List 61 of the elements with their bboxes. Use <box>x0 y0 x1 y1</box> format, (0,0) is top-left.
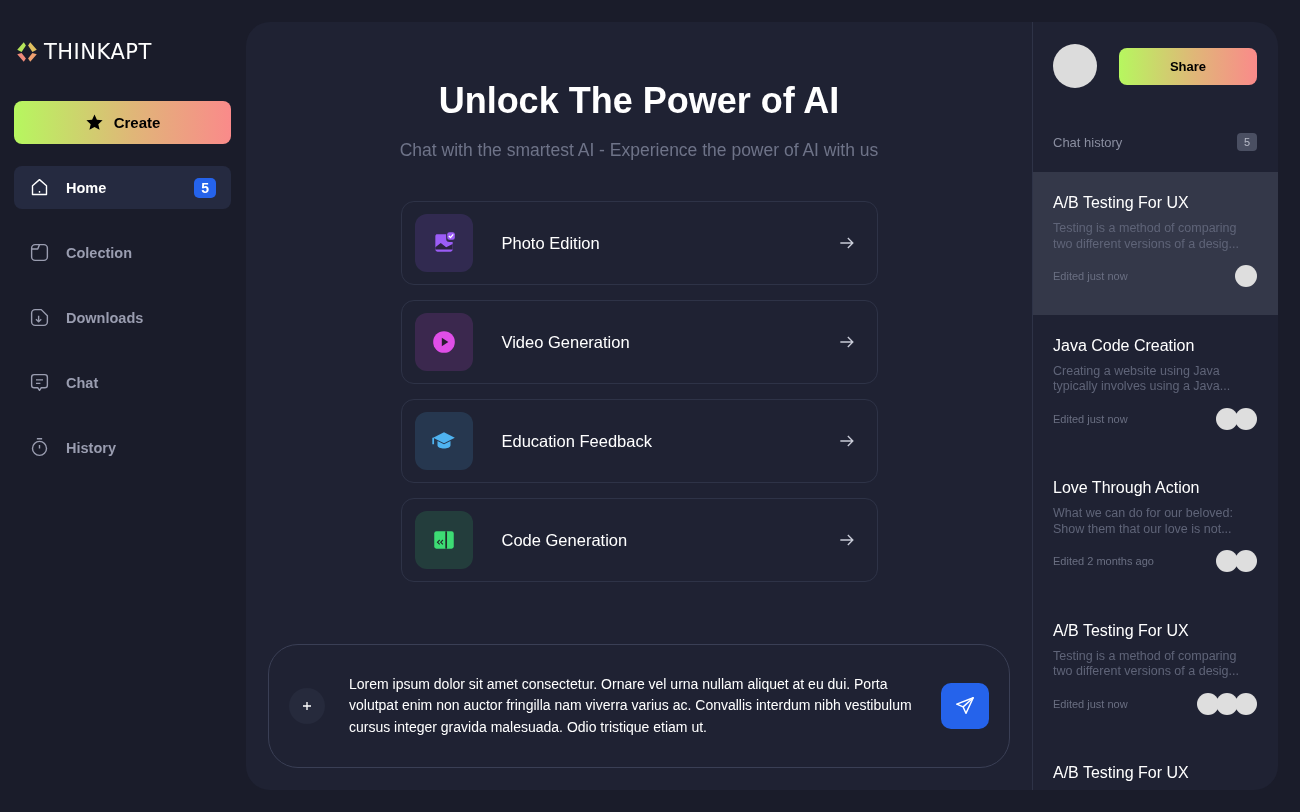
nav-label: Colection <box>66 244 134 261</box>
sidebar-item[interactable]: History <box>14 426 231 469</box>
participant-avatar <box>1216 550 1238 572</box>
stopwatch-icon <box>29 437 50 458</box>
nav-label: History <box>66 439 117 456</box>
chat-history-item[interactable]: Java Code Creation Creating a website using Java typically involves using a Java... Edited just now <box>1033 314 1278 457</box>
chat-title: A/B Testing For UX <box>1053 764 1190 782</box>
feature-card[interactable]: Photo Edition <box>400 201 878 285</box>
nav-label: Chat <box>66 374 100 391</box>
feature-label: Video Generation <box>501 332 631 352</box>
sidebar-item[interactable]: Home 5 <box>14 166 231 209</box>
chat-title: A/B Testing For UX <box>1053 194 1190 212</box>
feature-label: Code Generation <box>501 530 629 550</box>
star-icon <box>84 113 104 132</box>
count-badge: 5 <box>194 177 216 198</box>
paper-plane-icon <box>954 695 976 717</box>
chat-title: Love Through Action <box>1053 479 1201 497</box>
folder-icon <box>29 242 50 263</box>
participant-avatar <box>1235 265 1257 287</box>
chat-preview: What we can do for our beloved: Show them that our love is not... <box>1053 506 1234 537</box>
nav-label: Downloads <box>66 309 145 326</box>
chat-history-item[interactable]: A/B Testing For UX <box>1033 742 1278 790</box>
feature-label: Education Feedback <box>501 431 653 451</box>
message-field[interactable]: Lorem ipsum dolor sit amet consectetur. Ornare vel urna nullam aliquet at eu dui. Porta volutpat enim non auctor fringilla nam viverra varius ac. Convallis interdum nibh vestibulum cursus integer gravida malesuada. Odio tristique etiam ut. <box>349 673 917 739</box>
chat-icon <box>29 372 50 393</box>
edited-time: Edited 2 months ago <box>1053 555 1154 567</box>
chat-history-item[interactable]: A/B Testing For UX Testing is a method of comparing two different versions of a desig... Edited just now <box>1033 599 1278 742</box>
participant-avatar <box>1235 550 1257 572</box>
feature-card[interactable]: Education Feedback <box>400 399 878 483</box>
add-button[interactable] <box>289 688 325 724</box>
send-button[interactable] <box>941 683 989 729</box>
participant-avatar <box>1235 407 1257 430</box>
share-button[interactable]: Share <box>1119 47 1257 85</box>
participant-avatar <box>1235 692 1257 715</box>
chat-preview: Testing is a method of comparing two different versions of a desig... <box>1053 648 1240 680</box>
feature-card[interactable]: Video Generation <box>400 300 878 384</box>
count-badge: 5 <box>1236 133 1257 151</box>
download-icon <box>29 307 50 328</box>
logo-text: THINKAPT <box>44 40 152 64</box>
chat-title: A/B Testing For UX <box>1053 621 1190 640</box>
nav-label: Home <box>66 179 108 196</box>
user-avatar[interactable] <box>1053 44 1097 88</box>
edited-time: Edited just now <box>1053 412 1128 425</box>
edited-time: Edited just now <box>1053 270 1128 282</box>
participant-avatar <box>1216 692 1238 715</box>
sidebar-item[interactable]: Colection <box>14 231 231 274</box>
participant-avatar <box>1197 692 1219 715</box>
chat-history-item[interactable]: Love Through Action What we can do for our beloved: Show them that our love is not... Edited 2 months ago <box>1033 457 1278 600</box>
edited-time: Edited just now <box>1053 697 1128 710</box>
chat-title: Java Code Creation <box>1053 336 1196 355</box>
home-icon <box>29 177 50 198</box>
section-heading: Chat history <box>1053 134 1123 150</box>
participant-avatar <box>1216 407 1238 430</box>
sidebar-item[interactable]: Chat <box>14 361 231 404</box>
sidebar-item[interactable]: Downloads <box>14 296 231 339</box>
feature-label: Photo Edition <box>501 233 601 253</box>
page-subtitle: Chat with the smartest AI - Experience the power of AI with us <box>399 140 879 161</box>
create-button[interactable]: Create <box>14 101 231 144</box>
chat-preview: Creating a website using Java typically involves using a Java... <box>1053 363 1232 395</box>
page-title: Unlock The Power of AI <box>438 80 840 122</box>
feature-card[interactable]: Code Generation <box>400 498 878 582</box>
